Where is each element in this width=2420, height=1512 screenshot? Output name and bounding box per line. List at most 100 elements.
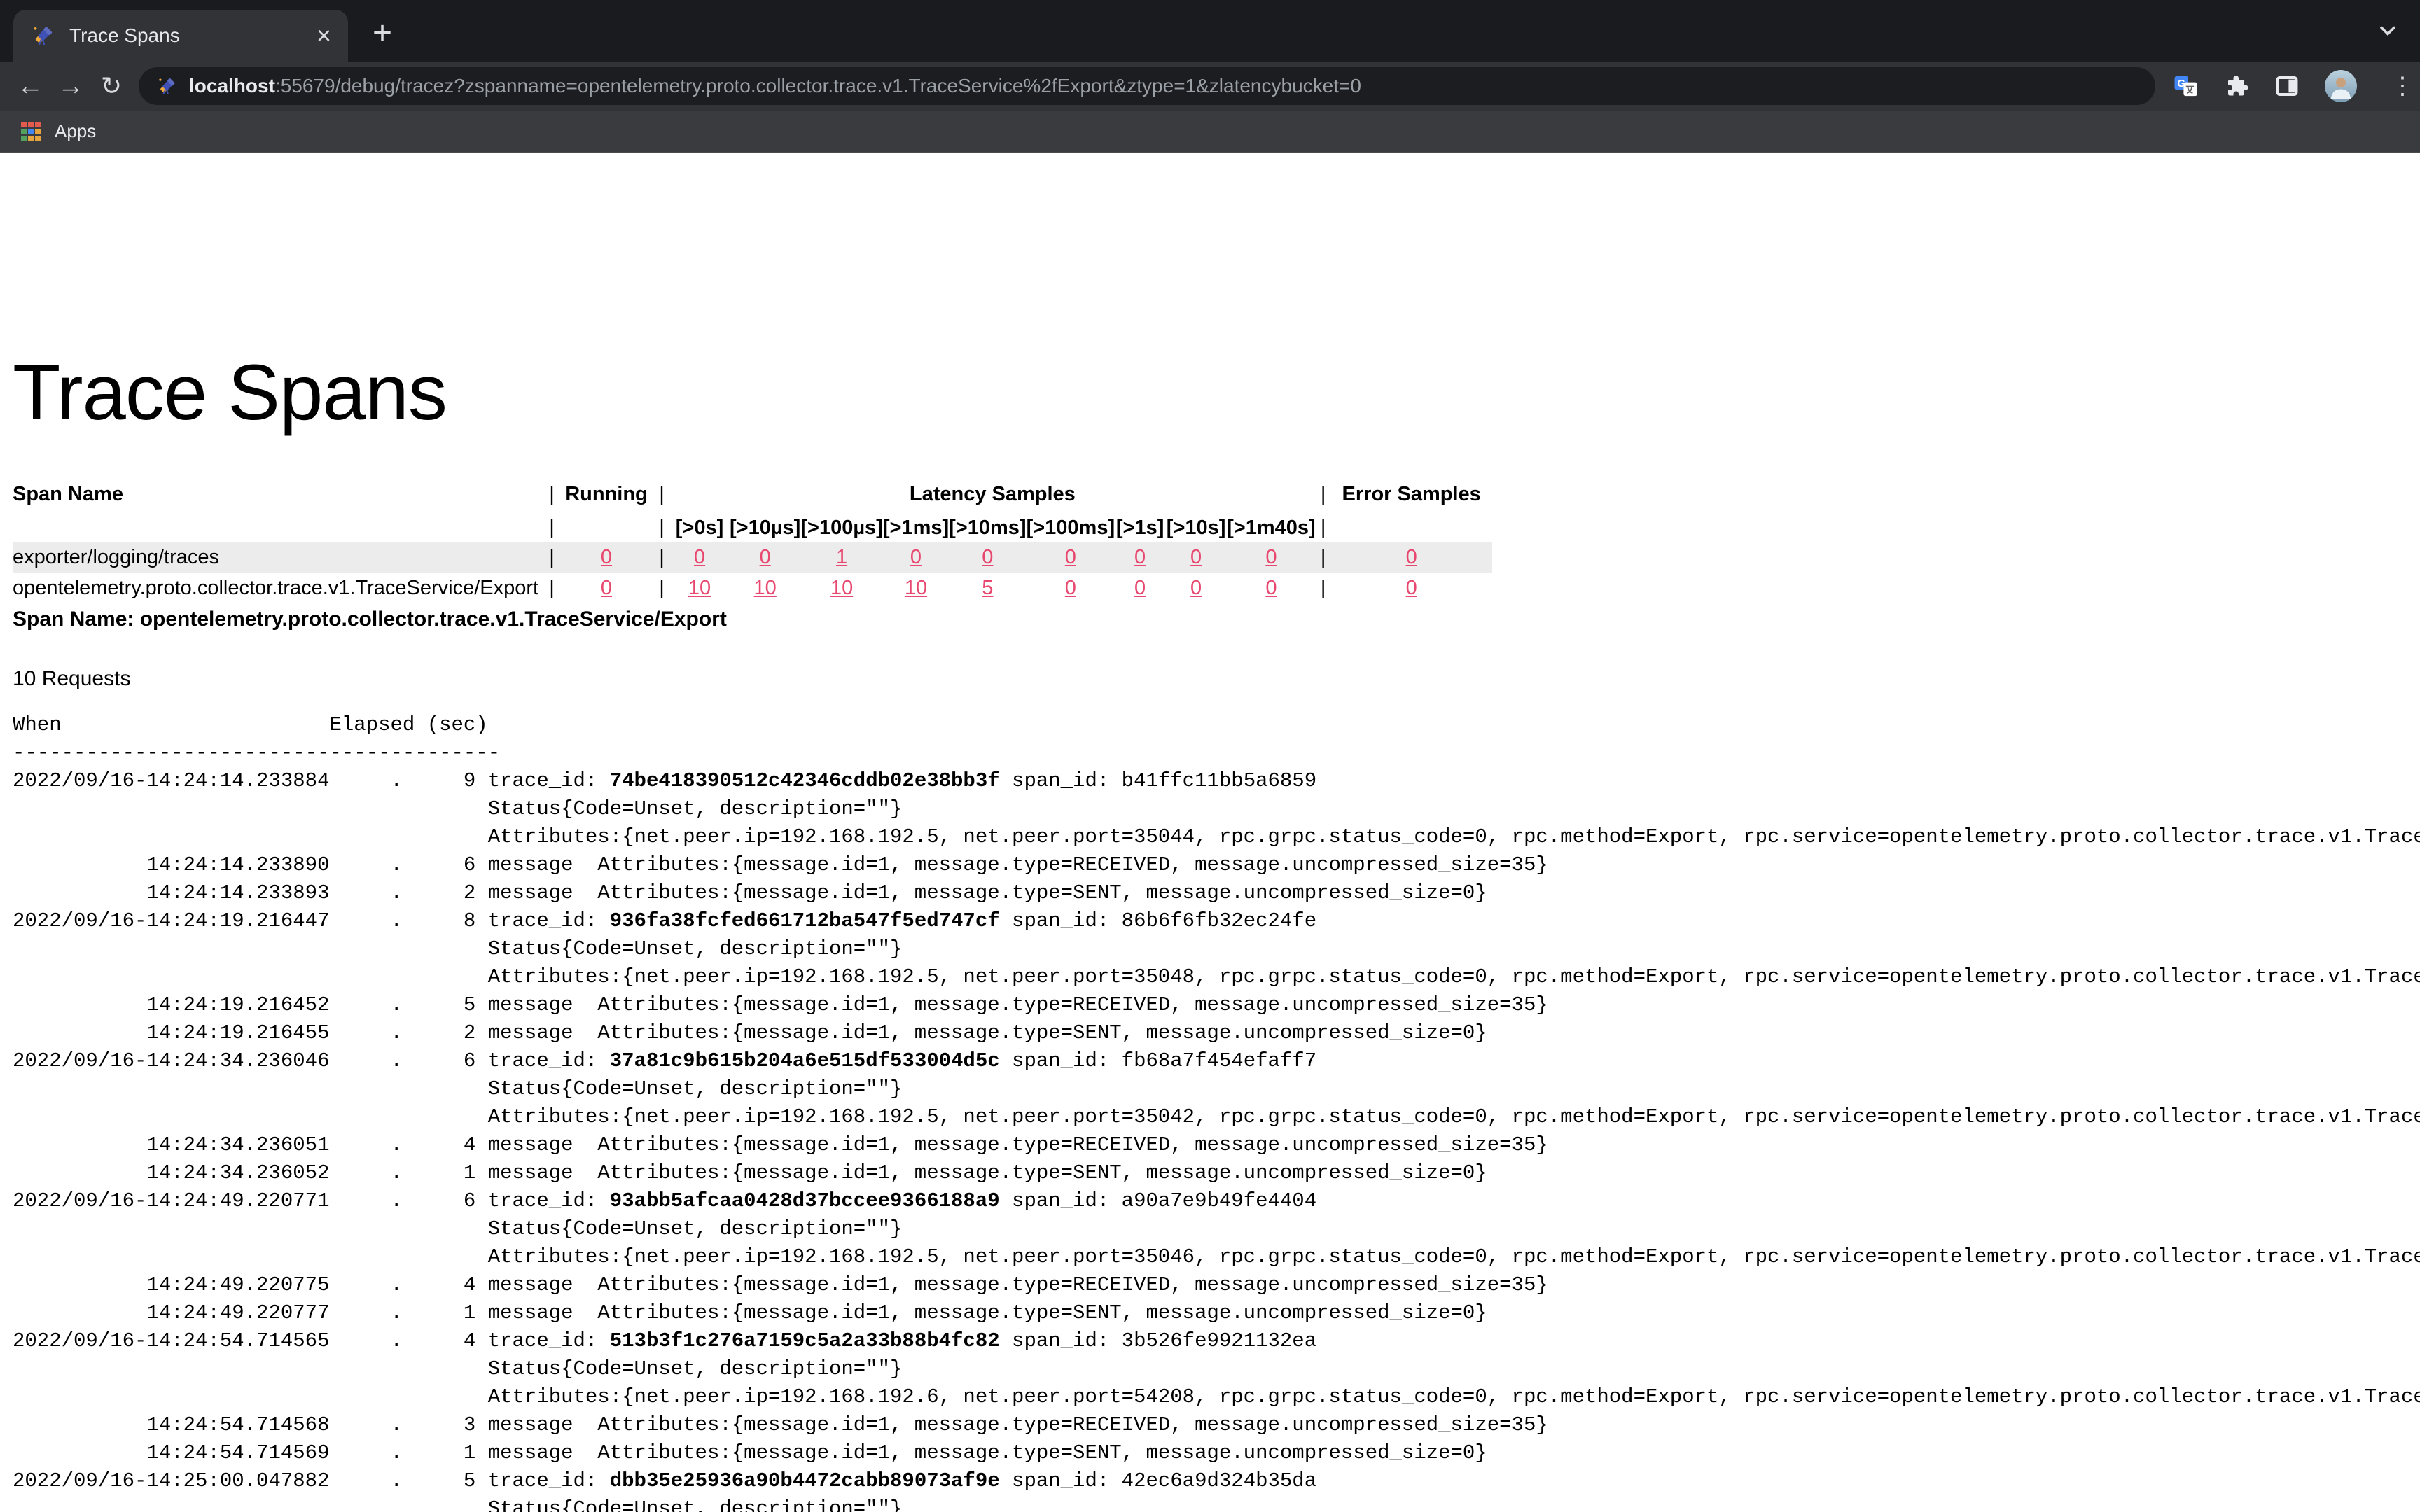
latency-count-link: 0 [1165, 542, 1227, 573]
latency-count-link[interactable]: 1 [836, 546, 847, 568]
latency-bucket-label: [>0s] [669, 514, 730, 542]
request-line: 2022/09/16-14:24:34.236046 . 6 trace_id:… [13, 1047, 2420, 1075]
latency-count-link[interactable]: 5 [982, 577, 993, 599]
request-line: 2022/09/16-14:24:49.220771 . 6 trace_id:… [13, 1187, 2420, 1215]
request-line: 2022/09/16-14:24:54.714565 . 4 trace_id:… [13, 1327, 2420, 1355]
tab-close-icon[interactable]: × [317, 23, 331, 48]
event-line: 14:24:49.220777 . 1 message Attributes:{… [13, 1299, 2420, 1327]
page-content: Trace Spans Span Name | Running | Latenc… [0, 153, 2420, 1512]
latency-count-link[interactable]: 0 [1265, 546, 1277, 568]
latency-count-link[interactable]: 0 [1190, 577, 1202, 599]
status-line: Status{Code=Unset, description=""} [13, 1215, 2420, 1243]
col-latency-samples: Latency Samples [669, 475, 1316, 514]
latency-count-link: 1 [800, 542, 882, 573]
side-panel-icon[interactable] [2274, 74, 2300, 99]
error-count-link: 0 [1331, 542, 1492, 573]
latency-count-link[interactable]: 0 [760, 546, 771, 568]
error-count-link[interactable]: 0 [1406, 577, 1417, 599]
running-count-link: 0 [559, 573, 654, 603]
requests-log: When Elapsed (sec)----------------------… [13, 711, 2420, 1512]
tab-strip: Trace Spans × + [0, 0, 2420, 62]
latency-count-link[interactable]: 10 [754, 577, 777, 599]
latency-count-link: 0 [1227, 573, 1316, 603]
tab-title: Trace Spans [69, 24, 317, 47]
latency-count-link: 0 [949, 542, 1026, 573]
status-line: Status{Code=Unset, description=""} [13, 935, 2420, 963]
latency-count-link[interactable]: 0 [1134, 577, 1146, 599]
attributes-line: Attributes:{net.peer.ip=192.168.192.5, n… [13, 1243, 2420, 1271]
latency-count-link[interactable]: 10 [688, 577, 711, 599]
tab-trace-spans[interactable]: Trace Spans × [13, 10, 348, 62]
latency-count-link[interactable]: 0 [1065, 577, 1076, 599]
latency-bucket-label: [>1s] [1115, 514, 1165, 542]
col-span-name: Span Name [13, 475, 545, 514]
running-count-link[interactable]: 0 [601, 546, 612, 568]
col-running: Running [559, 475, 654, 514]
event-line: 14:24:54.714568 . 3 message Attributes:{… [13, 1411, 2420, 1439]
latency-count-link: 0 [1227, 542, 1316, 573]
url-host: localhost [189, 75, 275, 97]
new-tab-button[interactable]: + [363, 15, 402, 55]
summary-body: Span Name | Running | Latency Samples | … [13, 475, 1492, 603]
event-line: 14:24:34.236051 . 4 message Attributes:{… [13, 1131, 2420, 1159]
latency-count-link[interactable]: 0 [1134, 546, 1146, 568]
latency-count-link: 0 [730, 542, 800, 573]
running-count-link[interactable]: 0 [601, 577, 612, 599]
forward-button[interactable]: → [50, 71, 91, 102]
extensions-puzzle-icon[interactable] [2224, 74, 2249, 99]
latency-count-link: 10 [669, 573, 730, 603]
latency-count-link[interactable]: 0 [694, 546, 705, 568]
reload-button[interactable]: ↻ [91, 71, 132, 101]
log-column-header: When Elapsed (sec) [13, 711, 2420, 739]
event-line: 14:24:54.714569 . 1 message Attributes:{… [13, 1439, 2420, 1467]
selected-span-name: Span Name: opentelemetry.proto.collector… [13, 608, 727, 631]
latency-count-link[interactable]: 0 [910, 546, 922, 568]
back-button[interactable]: ← [10, 71, 50, 102]
event-line: 14:24:34.236052 . 1 message Attributes:{… [13, 1159, 2420, 1187]
latency-count-link[interactable]: 0 [982, 546, 993, 568]
request-line: 2022/09/16-14:24:19.216447 . 8 trace_id:… [13, 907, 2420, 935]
translate-icon[interactable]: G [2174, 74, 2199, 99]
latency-bucket-label: [>10s] [1165, 514, 1227, 542]
latency-count-link[interactable]: 0 [1190, 546, 1202, 568]
latency-bucket-label: [>100µs] [800, 514, 882, 542]
error-count-link[interactable]: 0 [1406, 546, 1417, 568]
request-line: 2022/09/16-14:25:00.047882 . 5 trace_id:… [13, 1467, 2420, 1495]
url-bar[interactable]: localhost:55679/debug/tracez?zspanname=o… [139, 67, 2155, 105]
latency-count-link[interactable]: 10 [905, 577, 927, 599]
event-line: 14:24:14.233893 . 2 message Attributes:{… [13, 879, 2420, 907]
page-title: Trace Spans [13, 347, 447, 438]
latency-count-link[interactable]: 0 [1065, 546, 1076, 568]
apps-shortcut[interactable]: Apps [21, 120, 96, 142]
attributes-line: Attributes:{net.peer.ip=192.168.192.5, n… [13, 1103, 2420, 1131]
apps-grid-icon [21, 122, 41, 141]
latency-count-link: 0 [1115, 542, 1165, 573]
attributes-line: Attributes:{net.peer.ip=192.168.192.6, n… [13, 1383, 2420, 1411]
attributes-line: Attributes:{net.peer.ip=192.168.192.5, n… [13, 963, 2420, 991]
event-line: 14:24:49.220775 . 4 message Attributes:{… [13, 1271, 2420, 1299]
latency-count-link: 0 [1027, 573, 1115, 603]
latency-bucket-label: [>1m40s] [1227, 514, 1316, 542]
log-divider: ---------------------------------------- [13, 739, 2420, 767]
status-line: Status{Code=Unset, description=""} [13, 1495, 2420, 1512]
latency-count-link: 10 [883, 573, 949, 603]
event-line: 14:24:14.233890 . 6 message Attributes:{… [13, 851, 2420, 879]
latency-count-link[interactable]: 0 [1265, 577, 1277, 599]
latency-count-link[interactable]: 10 [830, 577, 853, 599]
profile-avatar[interactable] [2325, 70, 2357, 102]
url-text: localhost:55679/debug/tracez?zspanname=o… [189, 75, 1361, 97]
error-count-link: 0 [1331, 573, 1492, 603]
span-summary-table: Span Name | Running | Latency Samples | … [13, 475, 1492, 603]
latency-bucket-label: [>1ms] [883, 514, 949, 542]
latency-count-link: 5 [949, 573, 1026, 603]
kebab-menu-icon[interactable]: ⋮ [2382, 72, 2420, 100]
latency-bucket-label: [>10µs] [730, 514, 800, 542]
latency-bucket-label: [>100ms] [1027, 514, 1115, 542]
status-line: Status{Code=Unset, description=""} [13, 795, 2420, 823]
chevron-down-icon[interactable] [2375, 18, 2400, 43]
summary-row: exporter/logging/traces|0|001000000|0 [13, 542, 1492, 573]
span-name-cell: opentelemetry.proto.collector.trace.v1.T… [13, 573, 545, 603]
latency-count-link: 0 [1027, 542, 1115, 573]
latency-bucket-header-row: ||[>0s][>10µs][>100µs][>1ms][>10ms][>100… [13, 514, 1492, 542]
latency-count-link: 10 [800, 573, 882, 603]
